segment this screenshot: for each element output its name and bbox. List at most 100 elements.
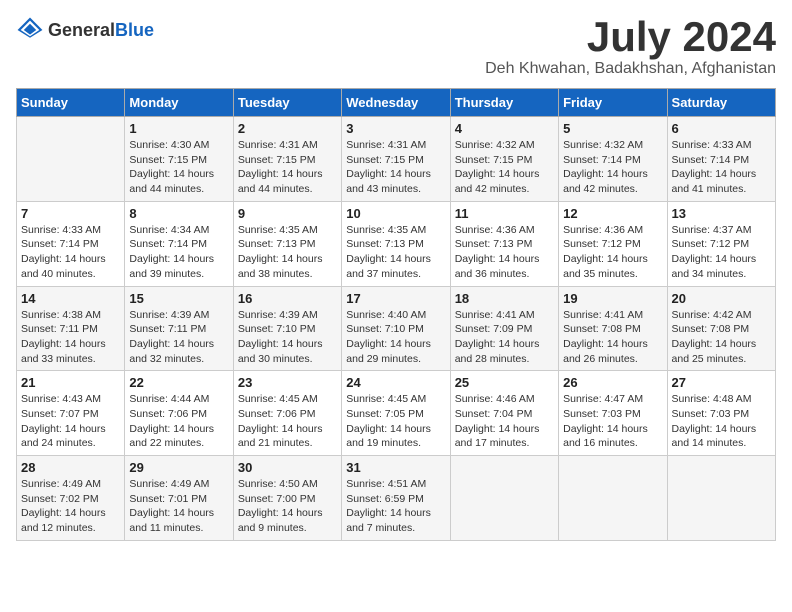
calendar-cell: 1Sunrise: 4:30 AM Sunset: 7:15 PM Daylig… (125, 117, 233, 202)
day-info: Sunrise: 4:34 AM Sunset: 7:14 PM Dayligh… (129, 223, 228, 282)
day-number: 18 (455, 291, 554, 306)
day-number: 26 (563, 375, 662, 390)
calendar-cell: 30 Sunrise: 4:50 AM Sunset: 7:00 PM Dayli… (233, 456, 341, 541)
day-number: 12 (563, 206, 662, 221)
calendar-cell: 26 Sunrise: 4:47 AM Sunset: 7:03 PM Dayli… (559, 371, 667, 456)
day-number: 8 (129, 206, 228, 221)
day-info: Sunrise: 4:35 AM Sunset: 7:13 PM Dayligh… (238, 223, 337, 282)
calendar-cell (559, 456, 667, 541)
calendar-cell: 18 Sunrise: 4:41 AM Sunset: 7:09 PM Dayli… (450, 286, 558, 371)
day-info: Sunrise: 4:50 AM Sunset: 7:00 PM Dayligh… (238, 477, 337, 536)
day-number: 17 (346, 291, 445, 306)
day-number: 3 (346, 121, 445, 136)
day-number: 9 (238, 206, 337, 221)
day-number: 14 (21, 291, 120, 306)
day-number: 2 (238, 121, 337, 136)
day-number: 5 (563, 121, 662, 136)
week-row-4: 21 Sunrise: 4:43 AM Sunset: 7:07 PM Dayli… (17, 371, 776, 456)
day-info: Sunrise: 4:31 AM Sunset: 7:15 PM Dayligh… (238, 138, 337, 197)
calendar-cell: 9 Sunrise: 4:35 AM Sunset: 7:13 PM Daylig… (233, 201, 341, 286)
calendar-cell: 23 Sunrise: 4:45 AM Sunset: 7:06 PM Dayli… (233, 371, 341, 456)
calendar-cell: 8 Sunrise: 4:34 AM Sunset: 7:14 PM Daylig… (125, 201, 233, 286)
day-number: 10 (346, 206, 445, 221)
calendar-cell: 5 Sunrise: 4:32 AM Sunset: 7:14 PM Daylig… (559, 117, 667, 202)
day-info: Sunrise: 4:36 AM Sunset: 7:13 PM Dayligh… (455, 223, 554, 282)
day-number: 24 (346, 375, 445, 390)
calendar-cell: 31Sunrise: 4:51 AM Sunset: 6:59 PM Dayli… (342, 456, 450, 541)
day-number: 4 (455, 121, 554, 136)
day-number: 20 (672, 291, 771, 306)
day-number: 19 (563, 291, 662, 306)
day-number: 7 (21, 206, 120, 221)
col-header-saturday: Saturday (667, 89, 775, 117)
day-number: 31 (346, 460, 445, 475)
day-info: Sunrise: 4:40 AM Sunset: 7:10 PM Dayligh… (346, 308, 445, 367)
calendar-cell (17, 117, 125, 202)
month-title: July 2024 (485, 16, 776, 58)
day-number: 11 (455, 206, 554, 221)
day-number: 30 (238, 460, 337, 475)
calendar-cell: 25Sunrise: 4:46 AM Sunset: 7:04 PM Dayli… (450, 371, 558, 456)
day-number: 28 (21, 460, 120, 475)
day-info: Sunrise: 4:46 AM Sunset: 7:04 PM Dayligh… (455, 392, 554, 451)
day-info: Sunrise: 4:36 AM Sunset: 7:12 PM Dayligh… (563, 223, 662, 282)
col-header-thursday: Thursday (450, 89, 558, 117)
day-info: Sunrise: 4:32 AM Sunset: 7:14 PM Dayligh… (563, 138, 662, 197)
day-info: Sunrise: 4:42 AM Sunset: 7:08 PM Dayligh… (672, 308, 771, 367)
calendar-cell: 27Sunrise: 4:48 AM Sunset: 7:03 PM Dayli… (667, 371, 775, 456)
logo-general: General (48, 20, 115, 40)
col-header-friday: Friday (559, 89, 667, 117)
calendar-cell (450, 456, 558, 541)
calendar-cell: 11 Sunrise: 4:36 AM Sunset: 7:13 PM Dayli… (450, 201, 558, 286)
week-row-5: 28 Sunrise: 4:49 AM Sunset: 7:02 PM Dayli… (17, 456, 776, 541)
col-header-tuesday: Tuesday (233, 89, 341, 117)
day-info: Sunrise: 4:49 AM Sunset: 7:02 PM Dayligh… (21, 477, 120, 536)
calendar-cell: 14 Sunrise: 4:38 AM Sunset: 7:11 PM Dayli… (17, 286, 125, 371)
day-info: Sunrise: 4:38 AM Sunset: 7:11 PM Dayligh… (21, 308, 120, 367)
day-info: Sunrise: 4:49 AM Sunset: 7:01 PM Dayligh… (129, 477, 228, 536)
day-number: 1 (129, 121, 228, 136)
logo-blue: Blue (115, 20, 154, 40)
col-header-sunday: Sunday (17, 89, 125, 117)
day-info: Sunrise: 4:43 AM Sunset: 7:07 PM Dayligh… (21, 392, 120, 451)
week-row-1: 1Sunrise: 4:30 AM Sunset: 7:15 PM Daylig… (17, 117, 776, 202)
calendar-cell: 24 Sunrise: 4:45 AM Sunset: 7:05 PM Dayli… (342, 371, 450, 456)
day-number: 27 (672, 375, 771, 390)
calendar-cell: 6 Sunrise: 4:33 AM Sunset: 7:14 PM Daylig… (667, 117, 775, 202)
calendar-cell: 15Sunrise: 4:39 AM Sunset: 7:11 PM Dayli… (125, 286, 233, 371)
day-info: Sunrise: 4:33 AM Sunset: 7:14 PM Dayligh… (21, 223, 120, 282)
day-number: 23 (238, 375, 337, 390)
day-info: Sunrise: 4:41 AM Sunset: 7:08 PM Dayligh… (563, 308, 662, 367)
calendar-cell: 2 Sunrise: 4:31 AM Sunset: 7:15 PM Daylig… (233, 117, 341, 202)
day-info: Sunrise: 4:47 AM Sunset: 7:03 PM Dayligh… (563, 392, 662, 451)
day-info: Sunrise: 4:45 AM Sunset: 7:05 PM Dayligh… (346, 392, 445, 451)
calendar-cell: 17 Sunrise: 4:40 AM Sunset: 7:10 PM Dayli… (342, 286, 450, 371)
day-number: 6 (672, 121, 771, 136)
calendar-cell: 29 Sunrise: 4:49 AM Sunset: 7:01 PM Dayli… (125, 456, 233, 541)
week-row-2: 7 Sunrise: 4:33 AM Sunset: 7:14 PM Daylig… (17, 201, 776, 286)
day-info: Sunrise: 4:33 AM Sunset: 7:14 PM Dayligh… (672, 138, 771, 197)
day-info: Sunrise: 4:32 AM Sunset: 7:15 PM Dayligh… (455, 138, 554, 197)
calendar-cell: 28 Sunrise: 4:49 AM Sunset: 7:02 PM Dayli… (17, 456, 125, 541)
calendar-cell: 7 Sunrise: 4:33 AM Sunset: 7:14 PM Daylig… (17, 201, 125, 286)
day-number: 21 (21, 375, 120, 390)
logo-text: GeneralBlue (48, 20, 154, 41)
calendar-cell: 22Sunrise: 4:44 AM Sunset: 7:06 PM Dayli… (125, 371, 233, 456)
calendar-cell: 3 Sunrise: 4:31 AM Sunset: 7:15 PM Daylig… (342, 117, 450, 202)
day-info: Sunrise: 4:41 AM Sunset: 7:09 PM Dayligh… (455, 308, 554, 367)
day-info: Sunrise: 4:45 AM Sunset: 7:06 PM Dayligh… (238, 392, 337, 451)
day-number: 16 (238, 291, 337, 306)
col-header-wednesday: Wednesday (342, 89, 450, 117)
location-title: Deh Khwahan, Badakhshan, Afghanistan (485, 60, 776, 78)
day-info: Sunrise: 4:31 AM Sunset: 7:15 PM Dayligh… (346, 138, 445, 197)
calendar-cell (667, 456, 775, 541)
day-info: Sunrise: 4:39 AM Sunset: 7:10 PM Dayligh… (238, 308, 337, 367)
col-header-monday: Monday (125, 89, 233, 117)
day-number: 29 (129, 460, 228, 475)
calendar-cell: 21 Sunrise: 4:43 AM Sunset: 7:07 PM Dayli… (17, 371, 125, 456)
page-header: GeneralBlue July 2024 Deh Khwahan, Badak… (16, 16, 776, 78)
calendar-cell: 10Sunrise: 4:35 AM Sunset: 7:13 PM Dayli… (342, 201, 450, 286)
day-number: 13 (672, 206, 771, 221)
calendar-cell: 4 Sunrise: 4:32 AM Sunset: 7:15 PM Daylig… (450, 117, 558, 202)
title-area: July 2024 Deh Khwahan, Badakhshan, Afgha… (485, 16, 776, 78)
